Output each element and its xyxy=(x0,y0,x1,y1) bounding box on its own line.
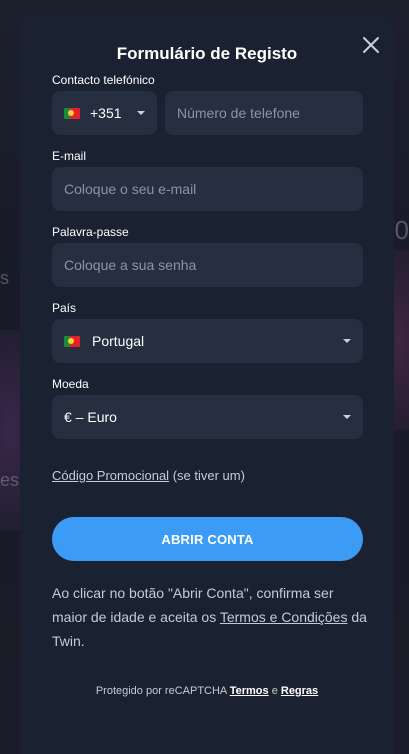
password-field[interactable] xyxy=(52,243,363,287)
recaptcha-rules-link[interactable]: Regras xyxy=(281,685,318,697)
portugal-flag-icon xyxy=(64,107,80,119)
phone-number-field[interactable] xyxy=(165,91,363,135)
terms-and-conditions-link[interactable]: Termos e Condições xyxy=(220,609,348,625)
email-label: E-mail xyxy=(52,149,87,163)
backdrop-text-fragment: es xyxy=(0,470,20,490)
open-account-button[interactable]: ABRIR CONTA xyxy=(52,517,363,561)
chevron-down-icon xyxy=(343,415,351,419)
currency-selected-value: € – Euro xyxy=(64,409,117,425)
recaptcha-conjunction: e xyxy=(268,685,281,697)
backdrop-text-fragment: s xyxy=(0,268,9,288)
country-select[interactable]: Portugal xyxy=(52,319,363,363)
modal-title: Formulário de Registo xyxy=(116,44,298,63)
promo-code-link[interactable]: Código Promocional xyxy=(52,468,169,483)
close-button[interactable] xyxy=(360,34,382,56)
password-input[interactable] xyxy=(64,257,351,273)
chevron-down-icon xyxy=(137,111,145,115)
currency-label: Moeda xyxy=(52,377,89,391)
password-label: Palavra-passe xyxy=(52,225,129,239)
recaptcha-terms-link[interactable]: Termos xyxy=(230,685,269,697)
country-selected-value: Portugal xyxy=(92,333,145,349)
registration-modal: Formulário de Registo Contacto telefónic… xyxy=(20,14,394,754)
recaptcha-prefix: Protegido por reCAPTCHA xyxy=(95,685,230,697)
promo-code-suffix: (se tiver um) xyxy=(169,468,245,483)
country-label: País xyxy=(52,301,77,315)
consent-text: Ao clicar no botão "Abrir Conta", confir… xyxy=(52,581,368,653)
phone-number-input[interactable] xyxy=(177,105,351,121)
currency-select[interactable]: € – Euro xyxy=(52,395,363,439)
chevron-down-icon xyxy=(343,339,351,343)
promo-code-row: Código Promocional (se tiver um) xyxy=(52,468,245,483)
country-code-value: +351 xyxy=(90,105,122,121)
email-field[interactable] xyxy=(52,167,363,211)
recaptcha-notice: Protegido por reCAPTCHA Termos e Regras xyxy=(20,685,394,697)
phone-label: Contacto telefónico xyxy=(52,73,155,87)
country-code-select[interactable]: +351 xyxy=(52,91,157,135)
close-icon xyxy=(363,37,379,53)
email-input[interactable] xyxy=(64,181,351,197)
portugal-flag-icon xyxy=(64,335,80,347)
